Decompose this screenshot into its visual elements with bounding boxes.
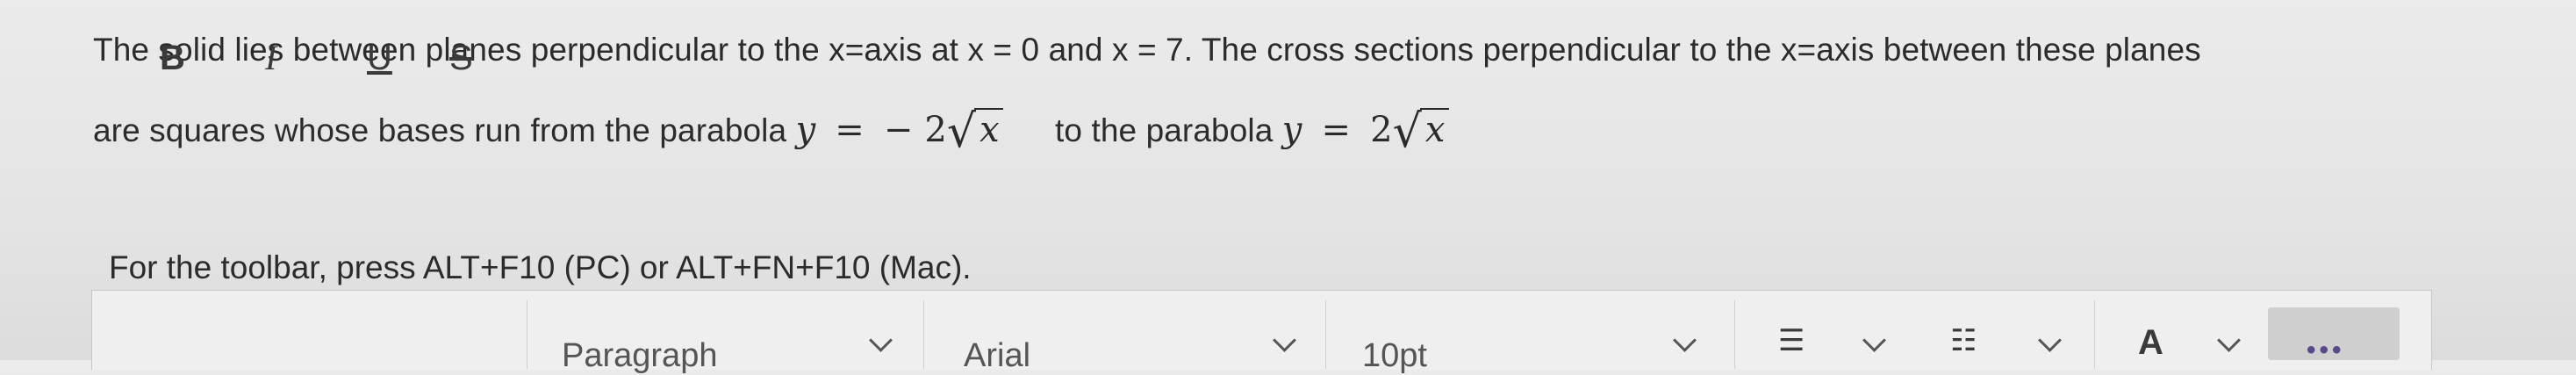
text-color-button[interactable]: A — [2138, 325, 2163, 360]
toolbar-instruction: For the toolbar, press ALT+F10 (PC) or A… — [109, 249, 972, 285]
underline-button[interactable]: U — [367, 40, 392, 76]
paragraph-dropdown[interactable]: Paragraph — [562, 337, 717, 375]
lower-parabola-lhs: y — [795, 110, 816, 150]
font-family-dropdown[interactable]: Arial — [964, 337, 1030, 375]
lower-parabola-equation: y = − 2√ x — [795, 105, 1015, 158]
upper-parabola-lhs: y — [1281, 110, 1302, 150]
italic-button[interactable]: I — [265, 40, 276, 76]
strikethrough-button[interactable]: S — [449, 40, 473, 76]
upper-parabola-sqrt: √ x — [1393, 100, 1449, 158]
lower-parabola-coef: − 2 — [883, 110, 947, 150]
question-text-mid: to the parabola — [1055, 112, 1274, 148]
question-text-line-1: The solid lies between planes perpendicu… — [93, 32, 2201, 68]
bold-button[interactable]: B — [160, 40, 185, 76]
lower-parabola-sqrt: √ x — [947, 100, 1003, 158]
radical-sign-icon: √ — [1392, 105, 1422, 158]
lower-parabola-radicand: x — [979, 110, 1000, 150]
numbered-list-icon[interactable]: ☷ — [1950, 323, 1977, 358]
toolbar-divider — [923, 300, 924, 369]
upper-parabola-equals: = — [1321, 110, 1352, 150]
upper-parabola-coef: 2 — [1370, 110, 1393, 150]
question-text-line-2: are squares whose bases run from the par… — [93, 100, 1449, 158]
lower-parabola-equals: = — [835, 110, 865, 150]
toolbar-divider — [1734, 300, 1735, 369]
font-size-dropdown[interactable]: 10pt — [1362, 337, 1427, 375]
more-options-icon[interactable]: ••• — [2307, 335, 2345, 365]
question-text-prefix: are squares whose bases run from the par… — [93, 112, 787, 148]
bullet-list-icon[interactable]: ☰ — [1778, 323, 1805, 358]
upper-parabola-radicand: x — [1424, 110, 1446, 150]
editor-toolbar — [91, 290, 2432, 370]
toolbar-divider — [1325, 300, 1326, 369]
upper-parabola-equation: y = 2√ x — [1281, 105, 1449, 158]
toolbar-divider — [2094, 300, 2095, 369]
radical-sign-icon: √ — [946, 105, 977, 158]
